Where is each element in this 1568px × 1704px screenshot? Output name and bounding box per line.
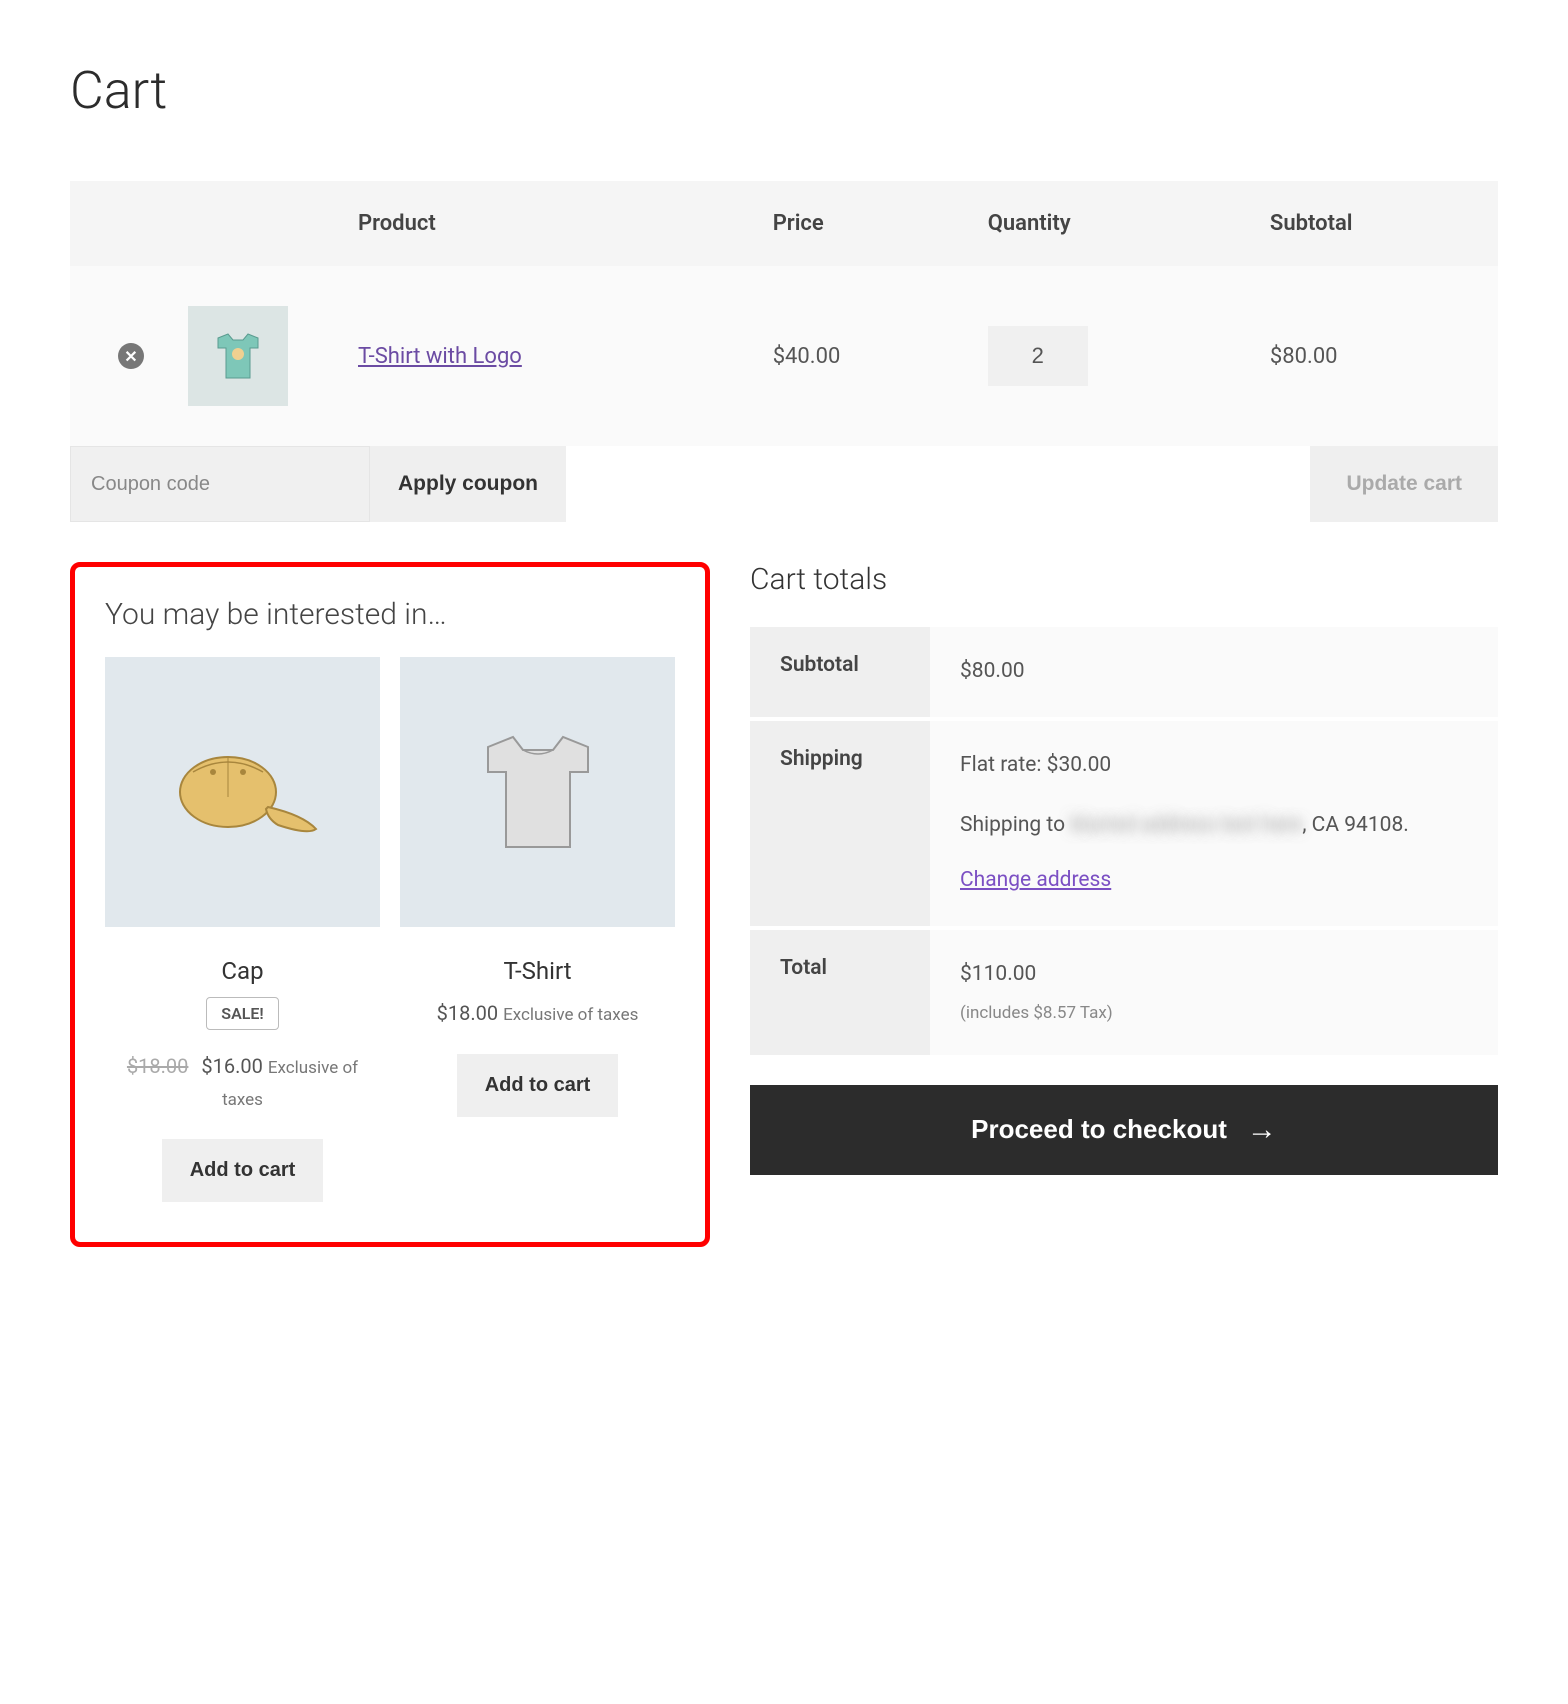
current-price: $18.00 — [437, 1001, 498, 1025]
cart-table: Product Price Quantity Subtotal ✕ T-Shir… — [70, 181, 1498, 446]
product-price-row: $18.00 Exclusive of taxes — [400, 997, 675, 1029]
coupon-input[interactable] — [70, 446, 370, 522]
product-card-cap: Cap SALE! $18.00 $16.00 Exclusive of tax… — [105, 657, 380, 1202]
change-address-link[interactable]: Change address — [960, 862, 1111, 900]
remove-item-icon[interactable]: ✕ — [118, 343, 144, 369]
interested-title: You may be interested in… — [105, 597, 675, 632]
cart-actions: Apply coupon Update cart — [70, 446, 1498, 522]
product-price: $40.00 — [755, 266, 970, 446]
header-quantity: Quantity — [970, 181, 1252, 266]
product-name: Cap — [105, 957, 380, 985]
cart-row: ✕ T-Shirt with Logo $40.00 $80.00 — [70, 266, 1498, 446]
interested-section: You may be interested in… Cap SALE! — [70, 562, 710, 1247]
shipping-label: Shipping — [750, 719, 930, 928]
product-subtotal: $80.00 — [1252, 266, 1498, 446]
product-image[interactable] — [105, 657, 380, 927]
shipping-rate: Flat rate: $30.00 — [960, 747, 1468, 785]
old-price: $18.00 — [127, 1054, 188, 1078]
tax-note: Exclusive of taxes — [503, 1005, 638, 1025]
shipping-address: Shipping to blurred address text here, C… — [960, 807, 1468, 845]
proceed-to-checkout-button[interactable]: Proceed to checkout → — [750, 1085, 1498, 1175]
tax-includes: (includes $8.57 Tax) — [960, 998, 1468, 1029]
totals-table: Subtotal $80.00 Shipping Flat rate: $30.… — [750, 627, 1498, 1055]
product-price-row: $18.00 $16.00 Exclusive of taxes — [105, 1050, 380, 1114]
current-price: $16.00 — [201, 1054, 262, 1078]
cart-totals-title: Cart totals — [750, 562, 1498, 597]
product-thumbnail[interactable] — [188, 306, 288, 406]
page-title: Cart — [70, 60, 1498, 121]
checkout-label: Proceed to checkout — [971, 1114, 1227, 1145]
product-card-tshirt: T-Shirt $18.00 Exclusive of taxes Add to… — [400, 657, 675, 1202]
add-to-cart-button[interactable]: Add to cart — [162, 1139, 324, 1202]
subtotal-label: Subtotal — [750, 627, 930, 719]
total-label: Total — [750, 928, 930, 1054]
product-image[interactable] — [400, 657, 675, 927]
product-link[interactable]: T-Shirt with Logo — [358, 344, 522, 369]
total-value: $110.00 — [960, 956, 1468, 994]
add-to-cart-button[interactable]: Add to cart — [457, 1054, 619, 1117]
product-name: T-Shirt — [400, 957, 675, 985]
arrow-right-icon: → — [1247, 1113, 1277, 1147]
header-subtotal: Subtotal — [1252, 181, 1498, 266]
address-visible: , CA 94108. — [1302, 813, 1408, 837]
address-blurred: blurred address text here — [1070, 813, 1302, 837]
cart-totals-section: Cart totals Subtotal $80.00 Shipping Fla… — [750, 562, 1498, 1175]
sale-badge: SALE! — [206, 997, 278, 1030]
subtotal-value: $80.00 — [930, 627, 1498, 719]
update-cart-button[interactable]: Update cart — [1310, 446, 1498, 522]
header-price: Price — [755, 181, 970, 266]
apply-coupon-button[interactable]: Apply coupon — [370, 446, 566, 522]
header-product: Product — [340, 181, 755, 266]
quantity-input[interactable] — [988, 326, 1088, 386]
